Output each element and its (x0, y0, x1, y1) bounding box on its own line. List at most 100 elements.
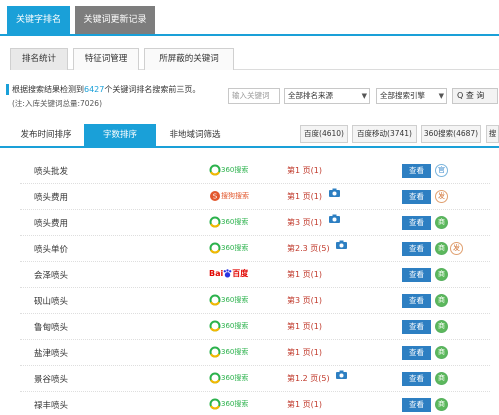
360-logo-icon (209, 398, 221, 410)
camera-icon[interactable] (336, 240, 347, 249)
engine-name: 百度 (232, 269, 249, 278)
keyword-cell: 景谷喷头 (34, 375, 69, 385)
engine-name: 360搜索 (221, 374, 249, 382)
keyword-cell: 会泽喷头 (34, 271, 69, 281)
360-logo-icon (209, 294, 221, 306)
table-row: 鲁甸喷头 360搜索 第1 页(1) 查看商 (20, 314, 490, 340)
search-engine-select[interactable]: 全部搜索引擎 ▼ (376, 88, 447, 104)
tab-blocked-keywords[interactable]: 所屏蔽的关键词 (144, 48, 234, 70)
sort-tab-bar: 发布时间排序 字数排序 非地域词筛选 百度(4610) 百度移动(3741) 3… (0, 122, 499, 148)
svg-text:S: S (213, 193, 218, 201)
baidu-paw-icon (223, 269, 232, 278)
query-button[interactable]: Q 查 询 (452, 88, 498, 104)
chevron-down-icon: ▼ (438, 92, 444, 100)
view-button[interactable]: 查看 (402, 164, 431, 178)
search-input[interactable]: 输入关键词 (228, 88, 280, 104)
engine-name: 360搜索 (221, 244, 249, 252)
engine-name: 360搜索 (221, 166, 249, 174)
table-row: 喷头费用 360搜索 第3 页(1) 查看商 (20, 210, 490, 236)
search-engine-logo: Bai 百度 (209, 268, 248, 282)
table-row: 喷头费用 S 搜狗搜索 第1 页(1) 查看发 (20, 184, 490, 210)
rank-source-select[interactable]: 全部排名来源 ▼ (284, 88, 370, 104)
engine-name: 360搜索 (221, 296, 249, 304)
keyword-cell: 喷头单价 (34, 245, 69, 255)
360-logo-icon (209, 216, 221, 228)
chevron-down-icon: ▼ (361, 92, 367, 100)
tag-badge: 商 (435, 268, 448, 281)
view-button[interactable]: 查看 (402, 190, 431, 204)
search-engine-logo: 360搜索 (209, 164, 248, 178)
sogou-logo-icon: S (210, 191, 220, 201)
rank-cell: 第1 页(1) (287, 348, 322, 357)
tag-badge: 商 (435, 346, 448, 359)
summary-suffix: 个关键词排名搜索前三页。 (104, 85, 201, 94)
keyword-cell: 喷头费用 (34, 219, 69, 229)
360-logo-icon (209, 320, 221, 332)
table-row: 会泽喷头 Bai 百度 第1 页(1) 查看商 (20, 262, 490, 288)
rank-cell: 第3 页(1) (287, 218, 322, 227)
view-button[interactable]: 查看 (402, 372, 431, 386)
camera-icon[interactable] (329, 188, 340, 197)
tag-badge: 商 (435, 242, 448, 255)
table-row: 盐津喷头 360搜索 第1 页(1) 查看商 (20, 340, 490, 366)
sub-tab-bar: 排名统计 特征词管理 所屏蔽的关键词 (10, 46, 499, 70)
rank-cell: 第1 页(1) (287, 400, 322, 409)
keyword-cell: 喷头费用 (34, 193, 69, 203)
tab-sort-by-time[interactable]: 发布时间排序 (12, 124, 80, 146)
tab-sort-by-length[interactable]: 字数排序 (84, 124, 156, 146)
360-logo-icon (209, 164, 221, 176)
keyword-rank-page: 关键字排名 关键词更新记录 排名统计 特征词管理 所屏蔽的关键词 根据搜索结果检… (0, 0, 499, 415)
search-engine-logo: 360搜索 (209, 216, 248, 230)
top-tab-bar: 关键字排名 关键词更新记录 (0, 0, 499, 36)
view-button[interactable]: 查看 (402, 398, 431, 412)
tag-badge: 发 (435, 190, 448, 203)
view-button[interactable]: 查看 (402, 216, 431, 230)
engine-filter-baidu-mobile[interactable]: 百度移动(3741) (352, 125, 417, 143)
tag-badge: 商 (435, 216, 448, 229)
engine-filter-360[interactable]: 360搜索(4687) (421, 125, 481, 143)
keyword-cell: 鲁甸喷头 (34, 323, 69, 333)
engine-name: 360搜索 (221, 218, 249, 226)
rank-cell: 第1.2 页(5) (287, 374, 330, 383)
keyword-cell: 禄丰喷头 (34, 401, 69, 411)
search-engine-value: 全部搜索引擎 (380, 91, 425, 100)
360-logo-icon (209, 242, 221, 254)
tag-badge: 商 (435, 294, 448, 307)
rank-cell: 第1 页(1) (287, 192, 322, 201)
tab-keyword-update-log[interactable]: 关键词更新记录 (75, 6, 155, 34)
engine-name: 360搜索 (221, 400, 249, 408)
tag-badge: 发 (450, 242, 463, 255)
info-marker (6, 84, 9, 95)
engine-filter-baidu[interactable]: 百度(4610) (300, 125, 348, 143)
keyword-cell: 喷头批发 (34, 167, 69, 177)
search-engine-logo: 360搜索 (209, 294, 248, 308)
total-keywords-note: (注:入库关键词总量:7026) (12, 99, 102, 108)
tab-rank-stats[interactable]: 排名统计 (10, 48, 68, 70)
360-logo-icon (209, 346, 221, 358)
search-engine-logo: S 搜狗搜索 (209, 190, 249, 204)
engine-name: 360搜索 (221, 348, 249, 356)
search-engine-logo: 360搜索 (209, 242, 248, 256)
tab-non-region-filter[interactable]: 非地域词筛选 (158, 124, 232, 146)
view-button[interactable]: 查看 (402, 268, 431, 282)
summary-prefix: 根据搜索结果检测到 (12, 85, 84, 94)
tab-keyword-rank[interactable]: 关键字排名 (7, 6, 70, 34)
tab-feature-words[interactable]: 特征词管理 (73, 48, 139, 70)
rank-cell: 第1 页(1) (287, 270, 322, 279)
engine-name: 搜狗搜索 (221, 192, 249, 200)
keyword-count: 6427 (84, 85, 105, 94)
rank-cell: 第1 页(1) (287, 166, 322, 175)
keyword-cell: 砚山喷头 (34, 297, 69, 307)
view-button[interactable]: 查看 (402, 294, 431, 308)
camera-icon[interactable] (329, 214, 340, 223)
camera-icon[interactable] (336, 370, 347, 379)
keyword-cell: 盐津喷头 (34, 349, 69, 359)
view-button[interactable]: 查看 (402, 346, 431, 360)
view-button[interactable]: 查看 (402, 242, 431, 256)
engine-filter-sogou[interactable]: 搜 (486, 125, 499, 143)
rank-cell: 第2.3 页(5) (287, 244, 330, 253)
view-button[interactable]: 查看 (402, 320, 431, 334)
rank-source-value: 全部排名来源 (288, 91, 333, 100)
result-summary: 根据搜索结果检测到6427个关键词排名搜索前三页。 (12, 84, 200, 95)
baidu-logo-icon: Bai (209, 269, 224, 278)
